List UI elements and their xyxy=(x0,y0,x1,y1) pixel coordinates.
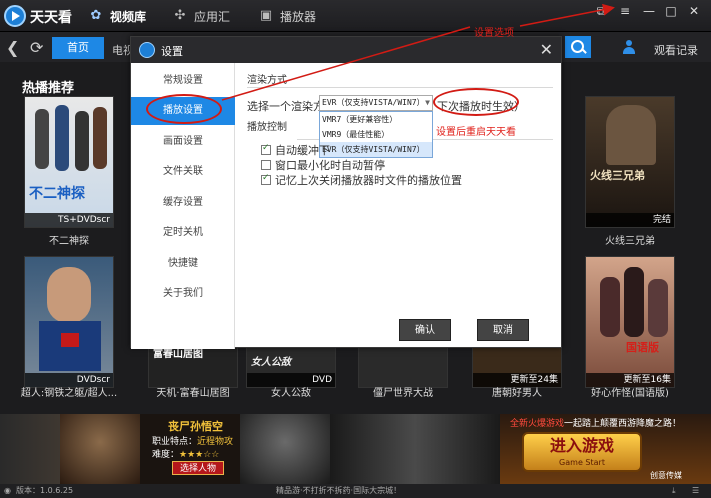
enter-game-sublabel: Game Start xyxy=(559,458,605,467)
banner-trait-prefix: 职业特点： xyxy=(152,437,198,447)
enter-game-label: 进入游戏 xyxy=(549,436,614,455)
banner-top-rest: 一起踏上颠覆西游降魔之路！ xyxy=(564,419,682,429)
banner-zombie-trait: 职业特点：近程物攻 xyxy=(152,434,233,447)
download-icon[interactable]: ⤓ xyxy=(672,484,676,498)
ticker-text[interactable]: 精品游·不打折不拆药·国际大宗城！ xyxy=(276,484,401,498)
menu-icon[interactable]: ☰ xyxy=(692,484,699,498)
star-rating-icon: ★★★☆☆ xyxy=(179,450,220,460)
banner-corner-tag: 创意传媒 xyxy=(650,471,682,480)
banner-zombie-difficulty: 难度：★★★☆☆ xyxy=(152,447,219,460)
banner-top-text: 全新火爆游戏一起踏上颠覆西游降魔之路！ xyxy=(510,416,681,429)
status-bar: ◉ 版本：1.0.6.25 精品游·不打折不拆药·国际大宗城！ ⤓ ☰ xyxy=(0,484,711,498)
select-character-button[interactable]: 选择人物 xyxy=(172,461,224,475)
banner-trait-value: 近程物攻 xyxy=(197,437,234,447)
enter-game-button[interactable]: 进入游戏 Game Start xyxy=(522,432,642,472)
banner-zombie-title: 丧尸孙悟空 xyxy=(168,420,223,433)
info-icon: ◉ xyxy=(4,486,11,495)
version-text: 版本：1.0.6.25 xyxy=(16,486,74,495)
banner-diff-prefix: 难度： xyxy=(152,450,180,460)
banner-top-highlight: 全新火爆游戏 xyxy=(510,419,565,429)
